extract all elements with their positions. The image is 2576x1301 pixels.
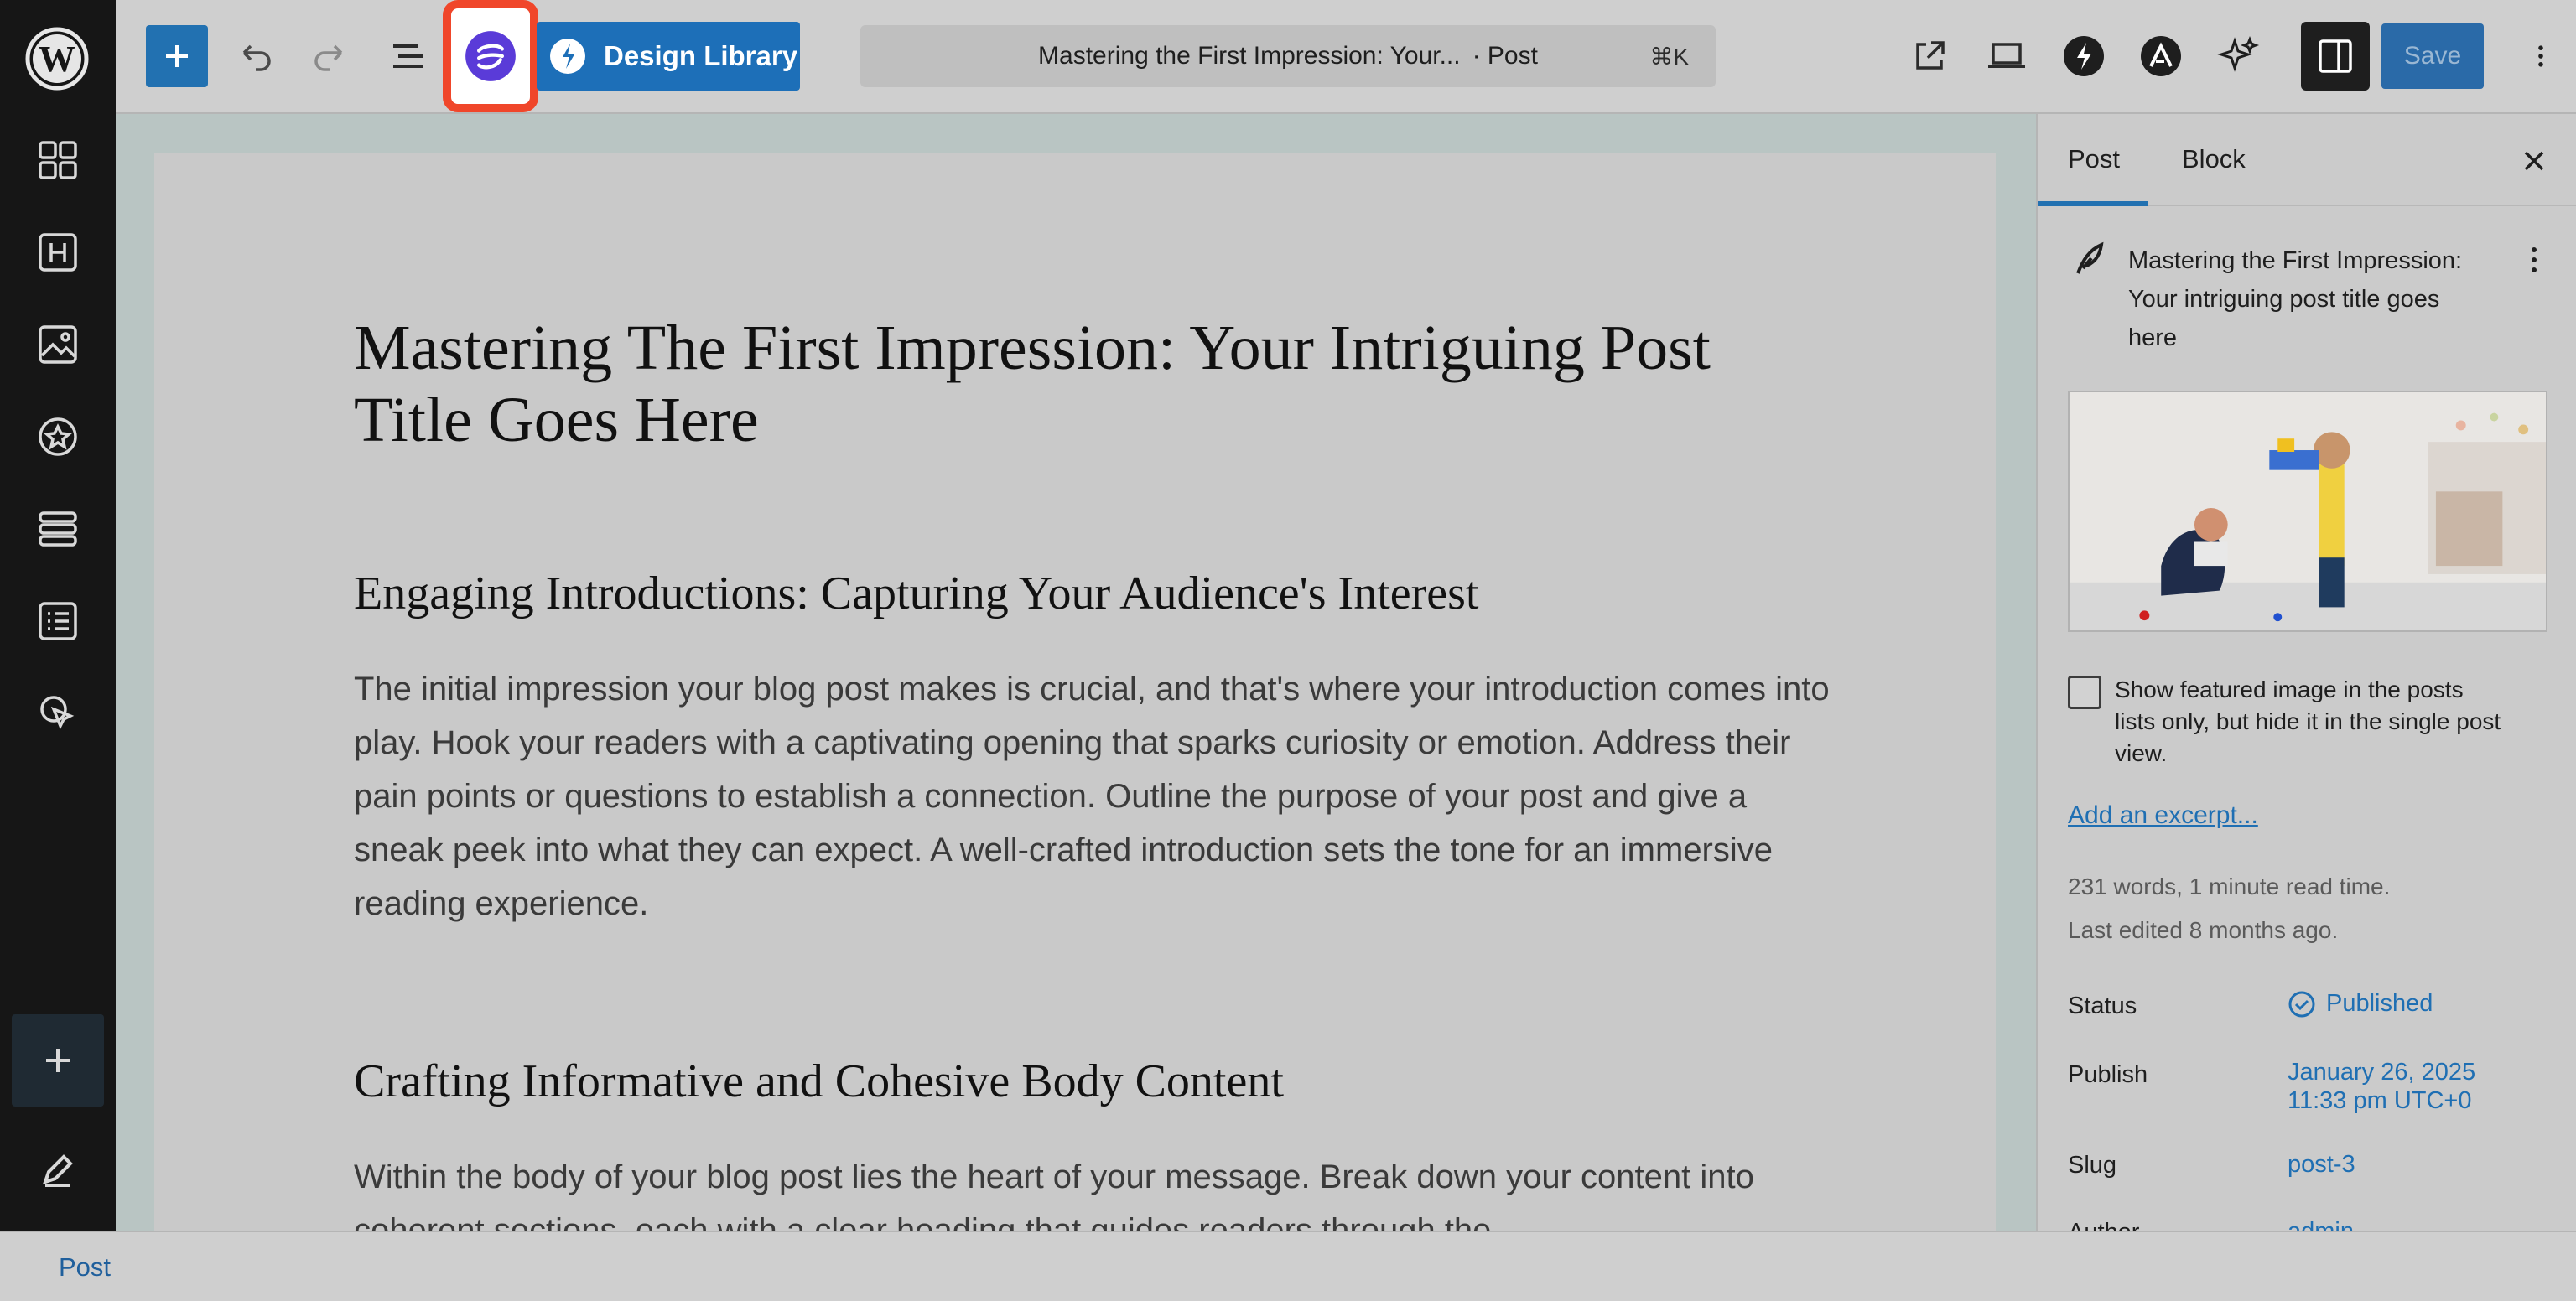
- desktop-preview-icon: [1988, 43, 2025, 68]
- settings-sidebar: Post Block Mastering the First Impressio…: [2036, 114, 2576, 1231]
- sidebar-icon: [2319, 39, 2352, 73]
- slug-value[interactable]: post-3: [2288, 1150, 2355, 1179]
- bolt-icon: [2064, 36, 2104, 76]
- heading-block[interactable]: Engaging Introductions: Capturing Your A…: [354, 567, 1863, 620]
- command-palette-bar[interactable]: Mastering the First Impression: Your... …: [860, 25, 1716, 87]
- publish-label: Publish: [2068, 1061, 2148, 1088]
- image-block-icon[interactable]: [35, 322, 80, 367]
- block-inserter-button[interactable]: [146, 25, 208, 87]
- redo-icon: [314, 44, 343, 71]
- pencil-icon[interactable]: [37, 1148, 79, 1190]
- design-library-label: Design Library: [604, 40, 798, 71]
- external-link-icon: [1916, 41, 1945, 70]
- view-post-button[interactable]: [1905, 32, 1954, 80]
- tab-block[interactable]: Block: [2182, 144, 2246, 174]
- preview-button[interactable]: [1982, 32, 2031, 80]
- more-vertical-icon: [2532, 247, 2537, 272]
- editor-canvas-area: Mastering The First Impression: Your Int…: [116, 114, 2036, 1231]
- post-title[interactable]: Mastering The First Impression: Your Int…: [354, 312, 1830, 456]
- rail-add-button[interactable]: [12, 1014, 104, 1107]
- form-list-icon[interactable]: [35, 599, 80, 644]
- design-library-button[interactable]: Design Library: [537, 22, 800, 91]
- close-sidebar-button[interactable]: [2517, 144, 2551, 178]
- spectra-logo-icon: [465, 31, 516, 81]
- post-summary-title: Mastering the First Impression: Your int…: [2128, 247, 2463, 351]
- more-vertical-icon: [2538, 45, 2543, 67]
- breadcrumb-post[interactable]: Post: [59, 1252, 111, 1283]
- star-badge-icon[interactable]: [35, 414, 80, 459]
- document-type: · Post: [1472, 42, 1538, 70]
- slug-label: Slug: [2068, 1152, 2117, 1179]
- status-value[interactable]: Published: [2288, 989, 2433, 1019]
- last-edited: Last edited 8 months ago.: [2068, 917, 2339, 943]
- featured-image[interactable]: [2068, 391, 2547, 632]
- starter-templates-logo-icon: [550, 39, 585, 74]
- heading-block-icon[interactable]: [35, 230, 80, 275]
- published-check-icon: [2288, 991, 2315, 1018]
- plus-icon: [166, 45, 188, 67]
- save-button[interactable]: Save: [2381, 23, 2484, 89]
- undo-button[interactable]: [230, 32, 278, 80]
- author-value[interactable]: admin: [2288, 1217, 2354, 1231]
- editor-canvas[interactable]: Mastering The First Impression: Your Int…: [154, 153, 1996, 1231]
- undo-icon: [242, 44, 271, 71]
- bolt-plugin-button[interactable]: [2059, 32, 2108, 80]
- redo-button[interactable]: [307, 32, 356, 80]
- astra-logo-icon: [2141, 36, 2181, 76]
- spectra-plugin-button[interactable]: [443, 0, 538, 112]
- heading-block[interactable]: Crafting Informative and Cohesive Body C…: [354, 1055, 1863, 1108]
- svg-text:W: W: [39, 39, 75, 80]
- status-label: Status: [2068, 993, 2137, 1019]
- patterns-icon[interactable]: [35, 137, 80, 183]
- document-overview-button[interactable]: [384, 32, 433, 80]
- list-view-icon: [393, 44, 423, 68]
- publish-date-button[interactable]: January 26, 2025 11:33 pm UTC+0: [2288, 1058, 2475, 1115]
- sidebar-tabs: Post Block: [2038, 114, 2576, 206]
- featured-image-checkbox-label: Show featured image in the posts lists o…: [2115, 676, 2501, 766]
- author-label: Author: [2068, 1219, 2139, 1231]
- publish-time: 11:33 pm UTC+0: [2288, 1087, 2472, 1114]
- publish-date: January 26, 2025: [2288, 1059, 2476, 1086]
- status-text: Published: [2326, 990, 2433, 1017]
- wordpress-logo-icon[interactable]: W: [23, 25, 91, 92]
- editor-toolbar: Design Library Mastering the First Impre…: [116, 0, 2576, 114]
- document-title: Mastering the First Impression: Your...: [1038, 42, 1461, 70]
- ai-assistant-button[interactable]: [2214, 32, 2262, 80]
- post-feather-icon: [2071, 240, 2105, 277]
- close-icon: [2524, 151, 2544, 171]
- block-breadcrumb-bar: Post: [0, 1231, 2576, 1301]
- paragraph-block[interactable]: The initial impression your blog post ma…: [354, 662, 1830, 930]
- active-tab-indicator: [2038, 201, 2148, 206]
- admin-rail: W: [0, 0, 116, 1231]
- tab-post[interactable]: Post: [2068, 144, 2120, 174]
- keyboard-shortcut: ⌘K: [1649, 43, 1689, 70]
- cursor-click-icon[interactable]: [35, 691, 80, 736]
- add-excerpt-link[interactable]: Add an excerpt...: [2068, 801, 2258, 830]
- post-actions-button[interactable]: [2526, 243, 2542, 277]
- astra-plugin-button[interactable]: [2137, 32, 2185, 80]
- word-count: 231 words, 1 minute read time.: [2068, 873, 2391, 899]
- layers-icon[interactable]: [35, 506, 80, 552]
- sparkles-icon: [2217, 35, 2260, 72]
- featured-image-checkbox[interactable]: [2068, 676, 2101, 709]
- paragraph-block[interactable]: Within the body of your blog post lies t…: [354, 1150, 1830, 1231]
- options-menu-button[interactable]: [2524, 32, 2558, 80]
- settings-sidebar-toggle[interactable]: [2301, 22, 2370, 91]
